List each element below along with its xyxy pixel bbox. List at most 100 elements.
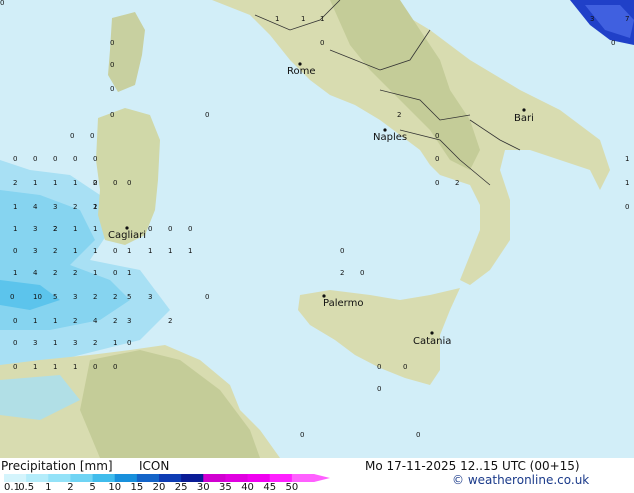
- grid-value: 2: [53, 269, 58, 277]
- grid-value: 0: [377, 385, 382, 393]
- grid-value: 2: [73, 269, 78, 277]
- city-label-naples: Naples: [373, 132, 408, 143]
- grid-value: 2: [93, 339, 98, 347]
- grid-value: 0: [148, 225, 153, 233]
- grid-value: 4: [33, 269, 38, 277]
- legend-model: ICON: [139, 459, 170, 473]
- grid-value: 0: [53, 155, 58, 163]
- colorbar-segment: [203, 474, 226, 482]
- grid-value: 10: [33, 293, 42, 301]
- grid-value: 3: [33, 339, 38, 347]
- grid-value: 1: [148, 247, 153, 255]
- grid-value: 2: [455, 179, 460, 187]
- legend-title: Precipitation [mm]: [1, 459, 113, 473]
- grid-value: 3: [590, 15, 595, 23]
- legend-tick: 20: [152, 482, 166, 493]
- grid-value: 1: [625, 179, 630, 187]
- grid-value: 3: [33, 247, 38, 255]
- colorbar-segment: [114, 474, 138, 482]
- grid-value: 1: [73, 179, 78, 187]
- grid-value: 0: [113, 363, 118, 371]
- legend-date: Mo 17-11-2025 12..15 UTC (00+15): [365, 459, 580, 473]
- legend-tick: 45: [263, 482, 277, 493]
- grid-value: 1: [13, 269, 18, 277]
- grid-value: 0: [127, 339, 132, 347]
- grid-value: 1: [320, 15, 325, 23]
- grid-value: 0: [403, 363, 408, 371]
- grid-value: 1: [53, 317, 58, 325]
- grid-value: 0: [33, 155, 38, 163]
- grid-value: 1: [73, 363, 78, 371]
- colorbar-segment: [136, 474, 160, 482]
- legend-tick: 1: [45, 482, 52, 493]
- grid-value: 1: [73, 247, 78, 255]
- grid-value: 2: [113, 317, 118, 325]
- grid-value: 2: [93, 179, 98, 187]
- grid-value: 1: [93, 247, 98, 255]
- grid-value: 1: [33, 179, 38, 187]
- city-label-palermo: Palermo: [323, 298, 364, 309]
- city-label-bari: Bari: [514, 113, 534, 124]
- grid-value: 0: [113, 269, 118, 277]
- grid-value: 1: [301, 15, 306, 23]
- legend-tick: 5: [89, 482, 96, 493]
- grid-value: 2: [73, 203, 78, 211]
- grid-value: 1: [168, 247, 173, 255]
- colorbar-segment: [269, 474, 293, 482]
- grid-value: 1: [33, 317, 38, 325]
- grid-value: 3: [73, 293, 78, 301]
- grid-value: 1: [53, 179, 58, 187]
- grid-value: 0: [435, 155, 440, 163]
- grid-value: 0: [10, 293, 15, 301]
- grid-value: 1: [93, 269, 98, 277]
- grid-value: 0: [110, 61, 115, 69]
- colorbar-arrow: [314, 474, 330, 482]
- grid-value: 0: [127, 179, 132, 187]
- legend-tick: 50: [285, 482, 299, 493]
- grid-value: 1: [113, 339, 118, 347]
- legend-tick: 30: [196, 482, 210, 493]
- grid-value: 4: [93, 317, 98, 325]
- grid-value: 0: [93, 155, 98, 163]
- grid-value: 1: [13, 203, 18, 211]
- grid-value: 3: [127, 317, 132, 325]
- grid-value: 1: [13, 225, 18, 233]
- grid-value: 4: [33, 203, 38, 211]
- grid-value: 1: [93, 225, 98, 233]
- colorbar-segment: [70, 474, 94, 482]
- grid-value: 0: [113, 179, 118, 187]
- legend-tick: 10: [108, 482, 122, 493]
- grid-value: 2: [93, 203, 98, 211]
- grid-value: 0: [110, 111, 115, 119]
- grid-value: 2: [93, 293, 98, 301]
- grid-value: 0: [110, 39, 115, 47]
- grid-value: 7: [625, 15, 630, 23]
- grid-value: 0: [625, 203, 630, 211]
- grid-value: 2: [73, 317, 78, 325]
- colorbar-segment: [4, 474, 27, 482]
- grid-value: 2: [340, 269, 345, 277]
- legend-tick: 25: [174, 482, 188, 493]
- grid-value: 0: [13, 363, 18, 371]
- city-label-cagliari: Cagliari: [108, 230, 147, 241]
- legend-colorbar: [4, 474, 330, 482]
- colorbar-segment: [181, 474, 204, 482]
- grid-value: 0: [377, 363, 382, 371]
- grid-value: 0: [13, 317, 18, 325]
- grid-value: 0: [435, 179, 440, 187]
- grid-value: 1: [53, 339, 58, 347]
- grid-value: 5: [53, 293, 58, 301]
- grid-value: 0: [360, 269, 365, 277]
- grid-value: 1: [127, 269, 132, 277]
- legend-tick: 2: [67, 482, 74, 493]
- grid-value: 1: [188, 247, 193, 255]
- grid-value: 3: [148, 293, 153, 301]
- grid-value: 2: [168, 317, 173, 325]
- grid-value: 3: [33, 225, 38, 233]
- grid-value: 5: [127, 293, 132, 301]
- grid-value: 2: [53, 247, 58, 255]
- city-label-rome: Rome: [287, 66, 316, 77]
- legend-credit: © weatheronline.co.uk: [452, 473, 590, 487]
- grid-value: 1: [53, 363, 58, 371]
- precipitation-map: Rome Bari Naples Cagliari Palermo Catani…: [0, 0, 634, 458]
